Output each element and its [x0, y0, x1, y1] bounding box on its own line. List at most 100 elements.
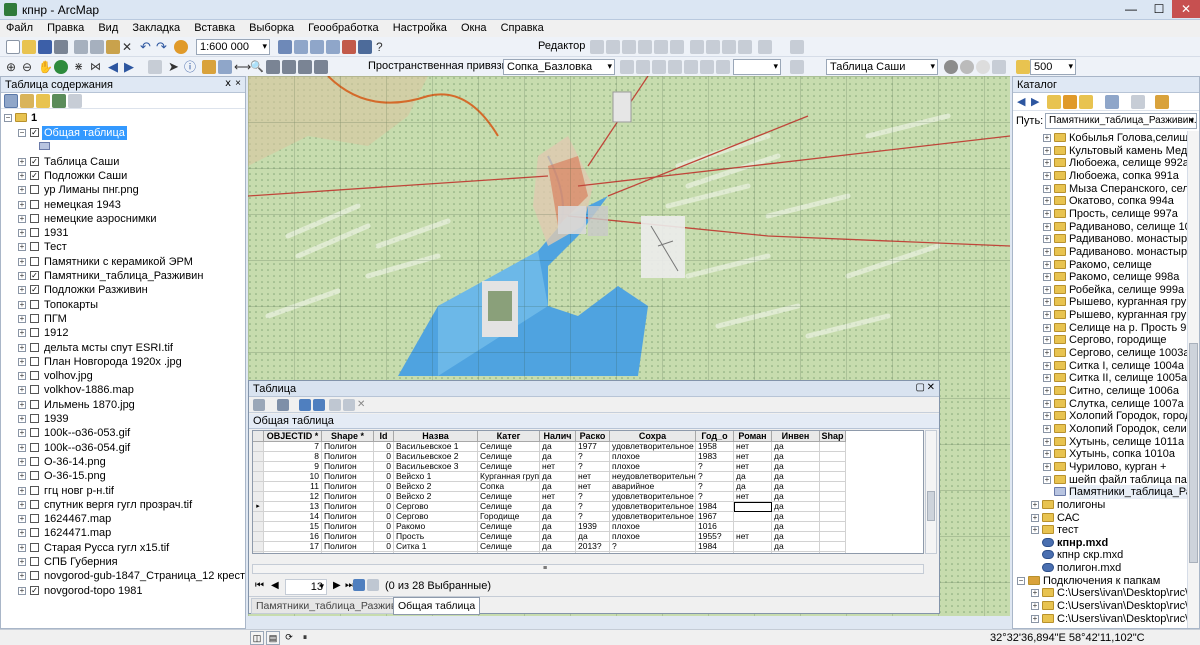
table-cell[interactable]	[820, 502, 846, 512]
python-window-icon[interactable]	[358, 40, 372, 54]
table-cell[interactable]: Полигон	[322, 442, 374, 452]
pause-drawing-icon[interactable]: ⏸	[298, 631, 312, 645]
layer-visibility-checkbox[interactable]	[30, 456, 39, 466]
expand-icon[interactable]: +	[1043, 323, 1051, 332]
expand-icon[interactable]: +	[1043, 311, 1051, 320]
row-selector[interactable]	[253, 492, 264, 502]
current-record-field[interactable]: 13	[285, 579, 327, 595]
toggle-contents-icon[interactable]	[1155, 95, 1169, 109]
expand-icon[interactable]: +	[1031, 500, 1039, 509]
table-cell[interactable]: Полигон	[322, 522, 374, 532]
table-cell[interactable]	[820, 482, 846, 492]
transparency-icon[interactable]	[976, 60, 990, 74]
expand-icon[interactable]: +	[1043, 437, 1051, 446]
help-icon[interactable]: ?	[376, 40, 390, 54]
expand-icon[interactable]: +	[1043, 462, 1051, 471]
column-header[interactable]: Shap	[820, 431, 846, 442]
table-close-icon[interactable]: ✕	[927, 382, 935, 393]
table-cell[interactable]: 0	[374, 552, 394, 553]
zoom-to-selected-icon[interactable]	[343, 399, 355, 411]
menu-view[interactable]: Вид	[92, 20, 123, 34]
menu-help[interactable]: Справка	[495, 20, 549, 34]
table-cell[interactable]: 0	[374, 512, 394, 522]
clear-selection-icon[interactable]	[329, 399, 341, 411]
edit-tool-icon[interactable]	[590, 40, 604, 54]
horizontal-scroll-grip-icon[interactable]: ≡	[543, 565, 553, 573]
table-cell[interactable]: плохое	[610, 462, 696, 472]
go-to-xy-icon[interactable]	[282, 60, 296, 74]
menu-selection[interactable]: Выборка	[243, 20, 299, 34]
table-cell[interactable]: 0	[374, 472, 394, 482]
expand-icon[interactable]: +	[1043, 298, 1051, 307]
list-by-selection-icon[interactable]	[52, 94, 66, 108]
delete-icon[interactable]: ✕	[122, 40, 136, 54]
catalog-options-icon[interactable]	[1131, 95, 1145, 109]
first-record-icon[interactable]: ⏮	[255, 580, 264, 591]
catalog-views-icon[interactable]	[1105, 95, 1119, 109]
table-cell[interactable]: 9	[264, 462, 322, 472]
attributes-icon[interactable]	[722, 40, 736, 54]
layer-visibility-checkbox[interactable]	[30, 428, 39, 438]
arctoolbox-icon[interactable]	[342, 40, 356, 54]
table-cell[interactable]: нет	[576, 552, 610, 553]
table-cell[interactable]: да	[772, 452, 820, 462]
table-cell[interactable]: Полигон	[322, 472, 374, 482]
table-cell[interactable]: Полигон	[322, 452, 374, 462]
tab-pamyatniki-razzhivin[interactable]: Памятники_таблица_Разживин	[251, 598, 414, 614]
table-cell[interactable]: аварийное	[610, 482, 696, 492]
expand-icon[interactable]: +	[1043, 247, 1051, 256]
expand-icon[interactable]: +	[1043, 273, 1051, 282]
layer-name[interactable]: Старая Русса гугл х15.tif	[42, 541, 171, 555]
contrast-icon[interactable]	[944, 60, 958, 74]
table-cell[interactable]: 1016	[696, 522, 734, 532]
expand-icon[interactable]: +	[18, 529, 26, 538]
layer-visibility-checkbox[interactable]: ✓	[30, 285, 39, 295]
layer-name[interactable]: Подложки Саши	[42, 169, 129, 183]
auto-adjust-icon[interactable]	[700, 60, 714, 74]
table-cell[interactable]: 15	[264, 522, 322, 532]
refresh-icon[interactable]: ⟳	[282, 631, 296, 645]
table-cell[interactable]: Васильевское 2	[394, 452, 478, 462]
catalog-home-icon[interactable]	[1063, 95, 1077, 109]
table-cell[interactable]: Полигон	[322, 502, 374, 512]
row-selector[interactable]	[253, 542, 264, 552]
show-all-records-icon[interactable]	[353, 579, 365, 591]
table-cell[interactable]	[820, 442, 846, 452]
layer-name[interactable]: СПБ Губерния	[42, 555, 120, 569]
catalog-up-icon[interactable]	[1047, 95, 1061, 109]
table-cell[interactable]: Васильевское 3	[394, 462, 478, 472]
layer-visibility-checkbox[interactable]	[30, 571, 39, 581]
table-cell[interactable]: ?	[696, 462, 734, 472]
expand-icon[interactable]: +	[1043, 374, 1051, 383]
endpoint-arc-icon[interactable]	[638, 40, 652, 54]
layer-name[interactable]: немецкая 1943	[42, 198, 123, 212]
layer-name[interactable]: Подложки Разживин	[42, 283, 150, 297]
expand-icon[interactable]: +	[1043, 349, 1051, 358]
expand-icon[interactable]: +	[18, 272, 26, 280]
expand-icon[interactable]: +	[18, 171, 26, 180]
table-cell[interactable]: да	[540, 502, 576, 512]
table-cell[interactable]: Полигон	[322, 532, 374, 542]
editor-toolbar-icon[interactable]	[278, 40, 292, 54]
column-header[interactable]: Налич	[540, 431, 576, 442]
brightness-icon[interactable]	[960, 60, 974, 74]
table-cell[interactable]: 2013?	[576, 542, 610, 552]
layer-visibility-checkbox[interactable]	[30, 485, 39, 495]
html-popup-icon[interactable]	[218, 60, 232, 74]
layer-visibility-checkbox[interactable]	[30, 228, 39, 238]
table-cell[interactable]: да	[772, 532, 820, 542]
row-selector[interactable]	[253, 482, 264, 492]
catalog-scrollbar[interactable]	[1187, 131, 1199, 628]
layer-name[interactable]: 1939	[42, 412, 70, 426]
cut-icon[interactable]	[74, 40, 88, 54]
toc-window-icon[interactable]	[294, 40, 308, 54]
table-cell[interactable]: Селище	[478, 492, 540, 502]
table-cell[interactable]: да	[772, 472, 820, 482]
table-cell[interactable]: Городище	[478, 512, 540, 522]
menu-geoprocessing[interactable]: Геообработка	[302, 20, 384, 34]
table-cell[interactable]: 1984	[696, 502, 734, 512]
vertical-scrollbar[interactable]	[925, 430, 937, 554]
layout-view-icon[interactable]: ▤	[266, 631, 280, 645]
table-cell[interactable]: 12	[264, 492, 322, 502]
layer-visibility-checkbox[interactable]	[30, 185, 39, 195]
